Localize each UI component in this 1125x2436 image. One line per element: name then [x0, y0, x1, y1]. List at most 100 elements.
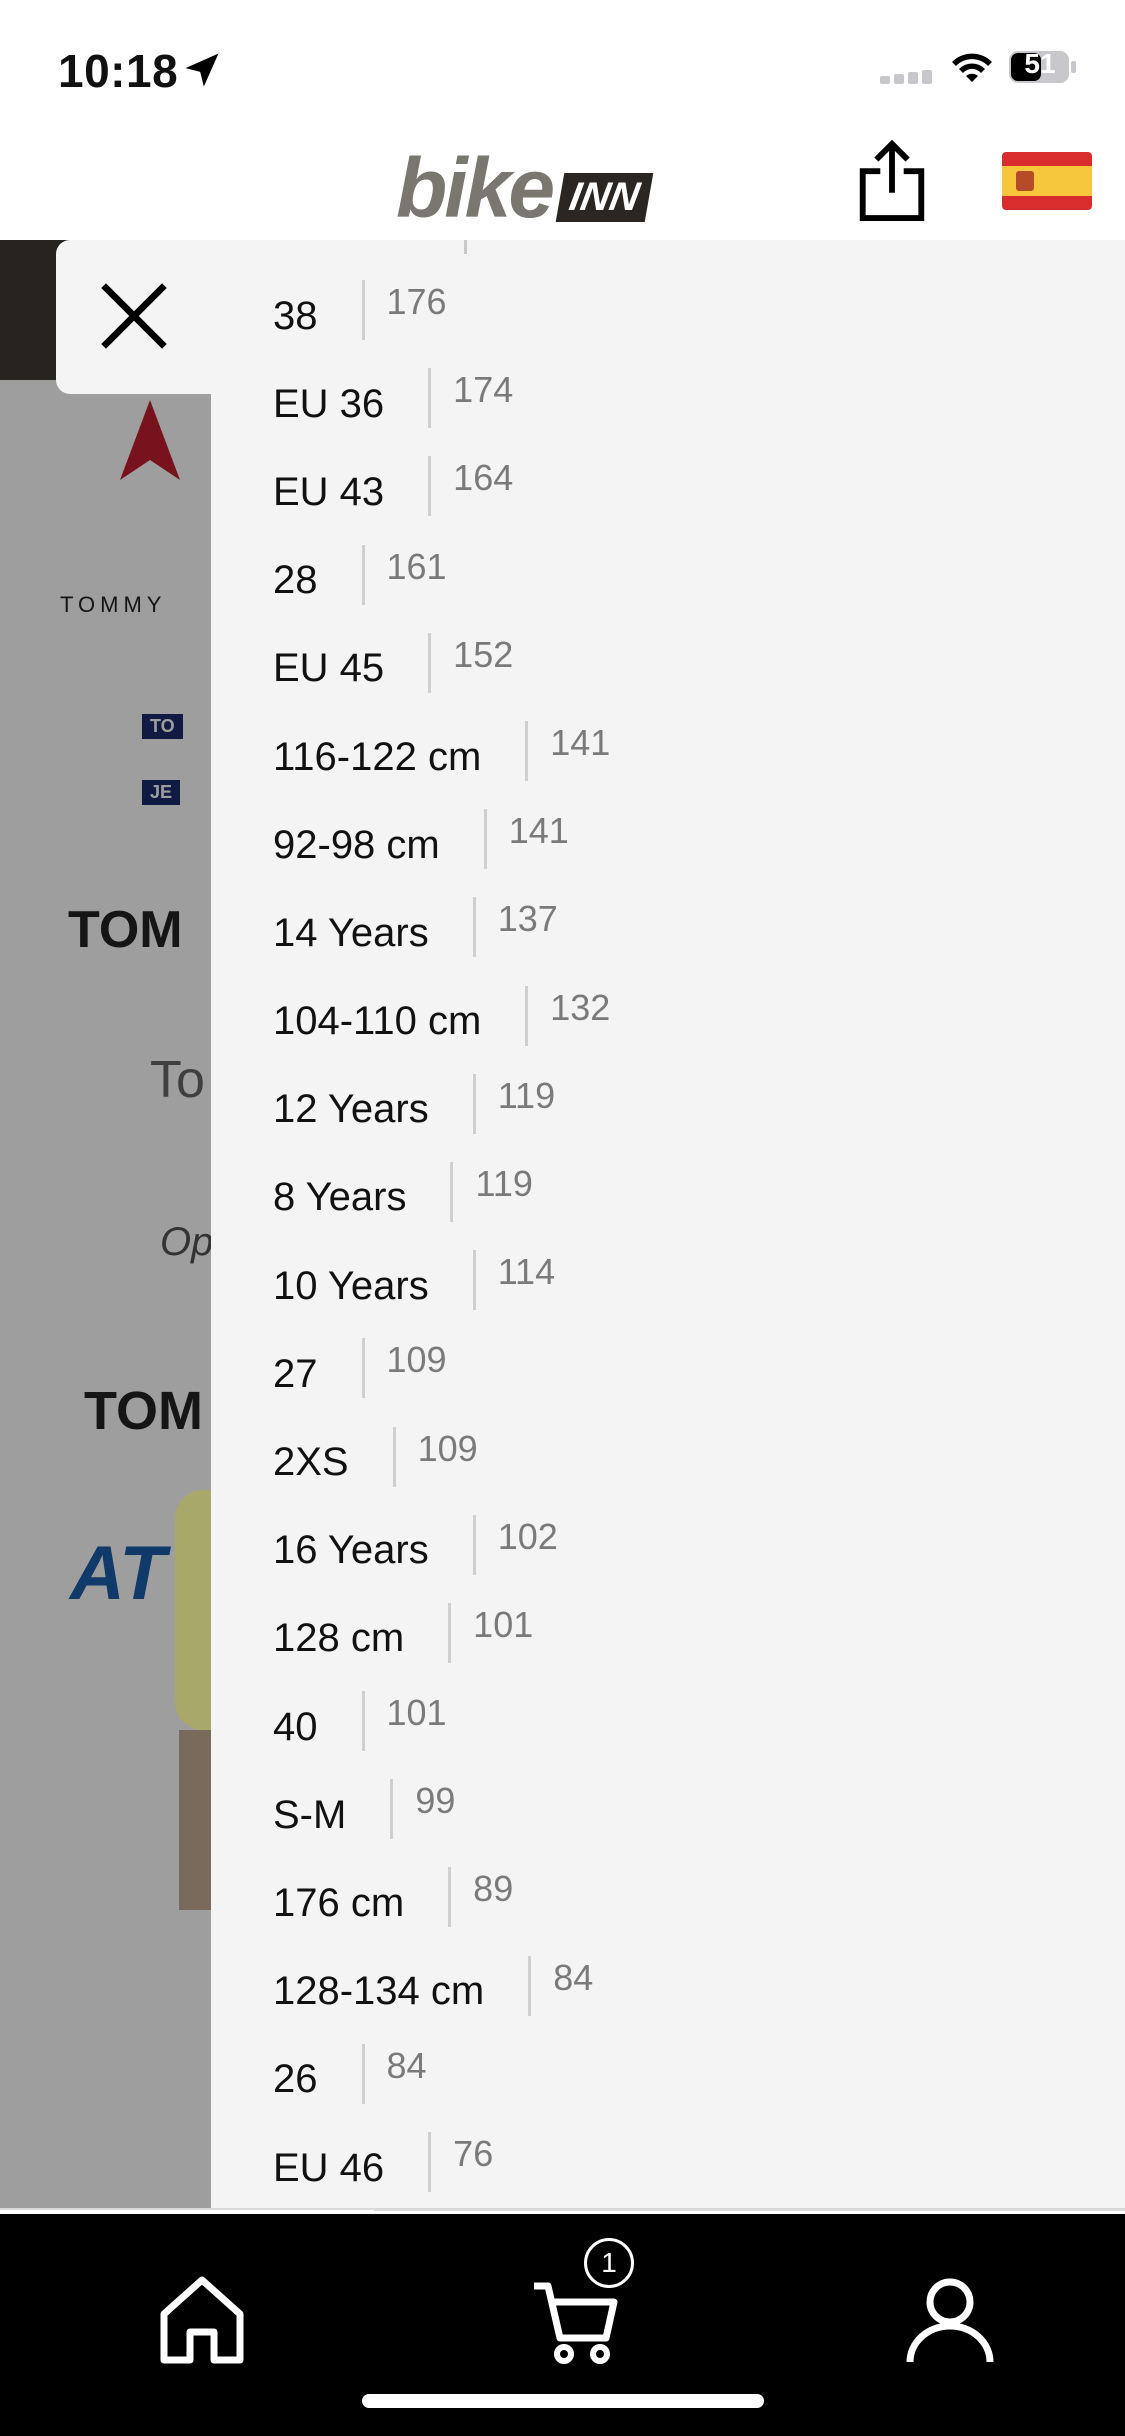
- divider: [450, 1161, 454, 1222]
- size-option-count: 161: [386, 545, 447, 587]
- size-filter-list: 38 176 EU 36 174 EU 43 164 28 161 EU 45 152 116-12…: [273, 266, 1093, 2206]
- size-option-label: EU 46: [273, 2145, 385, 2190]
- size-option-count: 101: [386, 1692, 447, 1734]
- size-option-label: 92-98 cm: [273, 822, 440, 867]
- bikeinn-logo[interactable]: bike INN: [396, 140, 654, 235]
- size-option-count: 174: [453, 369, 514, 411]
- location-arrow-icon: [185, 53, 219, 87]
- size-option-count: 164: [453, 457, 514, 499]
- share-icon[interactable]: [856, 140, 928, 222]
- divider: [361, 1338, 365, 1399]
- size-option[interactable]: 16 Years 102: [273, 1501, 1093, 1589]
- divider: [472, 1250, 476, 1311]
- divider: [528, 1955, 532, 2016]
- size-option-count: 141: [550, 722, 611, 764]
- divider: [361, 544, 365, 605]
- divider: [428, 632, 432, 693]
- size-option-count: 101: [473, 1603, 534, 1645]
- size-option[interactable]: 40 101: [273, 1677, 1093, 1765]
- size-option-count: 119: [475, 1162, 533, 1204]
- divider: [428, 368, 432, 429]
- size-option[interactable]: 12 Years 119: [273, 1060, 1093, 1148]
- size-filter-panel: 38 176 EU 36 174 EU 43 164 28 161 EU 45 152 116-12…: [211, 240, 1125, 2210]
- size-option-count: 137: [497, 898, 558, 940]
- divider: [448, 1602, 452, 1663]
- size-option-label: 128-134 cm: [273, 1969, 485, 2014]
- cellular-signal-icon: [880, 70, 940, 84]
- divider: [472, 1514, 476, 1575]
- size-option-count: 84: [386, 2044, 427, 2086]
- size-option[interactable]: EU 46 76: [273, 2118, 1093, 2206]
- size-option-label: 26: [273, 2057, 318, 2102]
- size-option[interactable]: 128-134 cm 84: [273, 1942, 1093, 2030]
- size-option-count: 102: [497, 1515, 558, 1557]
- size-option-count: 176: [386, 281, 447, 323]
- size-option[interactable]: 2XS 109: [273, 1412, 1093, 1500]
- size-option-count: 141: [508, 810, 569, 852]
- size-option-count: 152: [453, 633, 514, 675]
- wifi-icon: [952, 53, 992, 82]
- divider: [483, 809, 487, 870]
- size-option-label: 8 Years: [273, 1175, 407, 1220]
- divider: [472, 1073, 476, 1134]
- close-icon[interactable]: [96, 278, 172, 354]
- battery-level: 51: [1024, 48, 1056, 79]
- spain-flag-icon[interactable]: [1002, 152, 1092, 210]
- size-option-label: 10 Years: [273, 1263, 429, 1308]
- divider: [472, 897, 476, 958]
- size-option-label: 40: [273, 1704, 318, 1749]
- divider: [361, 2043, 365, 2104]
- size-option-label: 16 Years: [273, 1528, 429, 1573]
- size-option-count: 114: [497, 1251, 556, 1293]
- size-option[interactable]: EU 43 164: [273, 442, 1093, 530]
- divider: [392, 1426, 396, 1487]
- size-option-label: 104-110 cm: [273, 999, 482, 1044]
- size-option-label: S-M: [273, 1792, 347, 1837]
- size-option[interactable]: 92-98 cm 141: [273, 795, 1093, 883]
- size-option[interactable]: S-M 99: [273, 1765, 1093, 1853]
- logo-bike-text: bike: [396, 141, 555, 235]
- divider: [428, 456, 432, 517]
- size-option-label: EU 36: [273, 381, 385, 426]
- divider: [525, 985, 529, 1046]
- status-time: 10:18: [58, 45, 179, 97]
- cart-count-badge: 1: [584, 2238, 634, 2288]
- size-option[interactable]: 38 176: [273, 266, 1093, 354]
- size-option-count: 99: [415, 1780, 456, 1822]
- divider: [525, 721, 529, 782]
- size-option[interactable]: 27 109: [273, 1324, 1093, 1412]
- home-icon[interactable]: [152, 2270, 252, 2370]
- size-option[interactable]: 116-122 cm 141: [273, 707, 1093, 795]
- size-option-label: 2XS: [273, 1440, 349, 1485]
- size-option-count: 84: [553, 1956, 594, 1998]
- status-bar: 10:18 51: [0, 0, 1125, 130]
- size-option-label: 38: [273, 293, 318, 338]
- close-filter-tab: [56, 240, 212, 394]
- size-option-label: 27: [273, 1351, 318, 1396]
- size-option-count: 89: [473, 1868, 514, 1910]
- size-option-label: 116-122 cm: [273, 734, 482, 779]
- size-option[interactable]: 28 161: [273, 531, 1093, 619]
- size-option-count: 109: [386, 1339, 447, 1381]
- logo-inn-text: INN: [555, 173, 654, 222]
- size-option[interactable]: 8 Years 119: [273, 1148, 1093, 1236]
- size-option[interactable]: 14 Years 137: [273, 883, 1093, 971]
- divider: [428, 2132, 432, 2193]
- divider: [464, 240, 467, 254]
- size-option[interactable]: 128 cm 101: [273, 1589, 1093, 1677]
- size-option-label: 128 cm: [273, 1616, 405, 1661]
- size-option-count: 132: [550, 986, 611, 1028]
- size-option[interactable]: 176 cm 89: [273, 1853, 1093, 1941]
- size-option[interactable]: 26 84: [273, 2030, 1093, 2118]
- size-option[interactable]: 104-110 cm 132: [273, 972, 1093, 1060]
- size-option[interactable]: EU 45 152: [273, 619, 1093, 707]
- user-icon[interactable]: [900, 2270, 1000, 2370]
- size-option[interactable]: 10 Years 114: [273, 1236, 1093, 1324]
- size-option-count: 109: [417, 1427, 478, 1469]
- size-option-count: 119: [497, 1074, 556, 1116]
- size-option-count: 76: [453, 2133, 494, 2175]
- size-option-label: EU 45: [273, 646, 385, 691]
- divider: [361, 1691, 365, 1752]
- divider: [361, 280, 365, 341]
- size-option[interactable]: EU 36 174: [273, 354, 1093, 442]
